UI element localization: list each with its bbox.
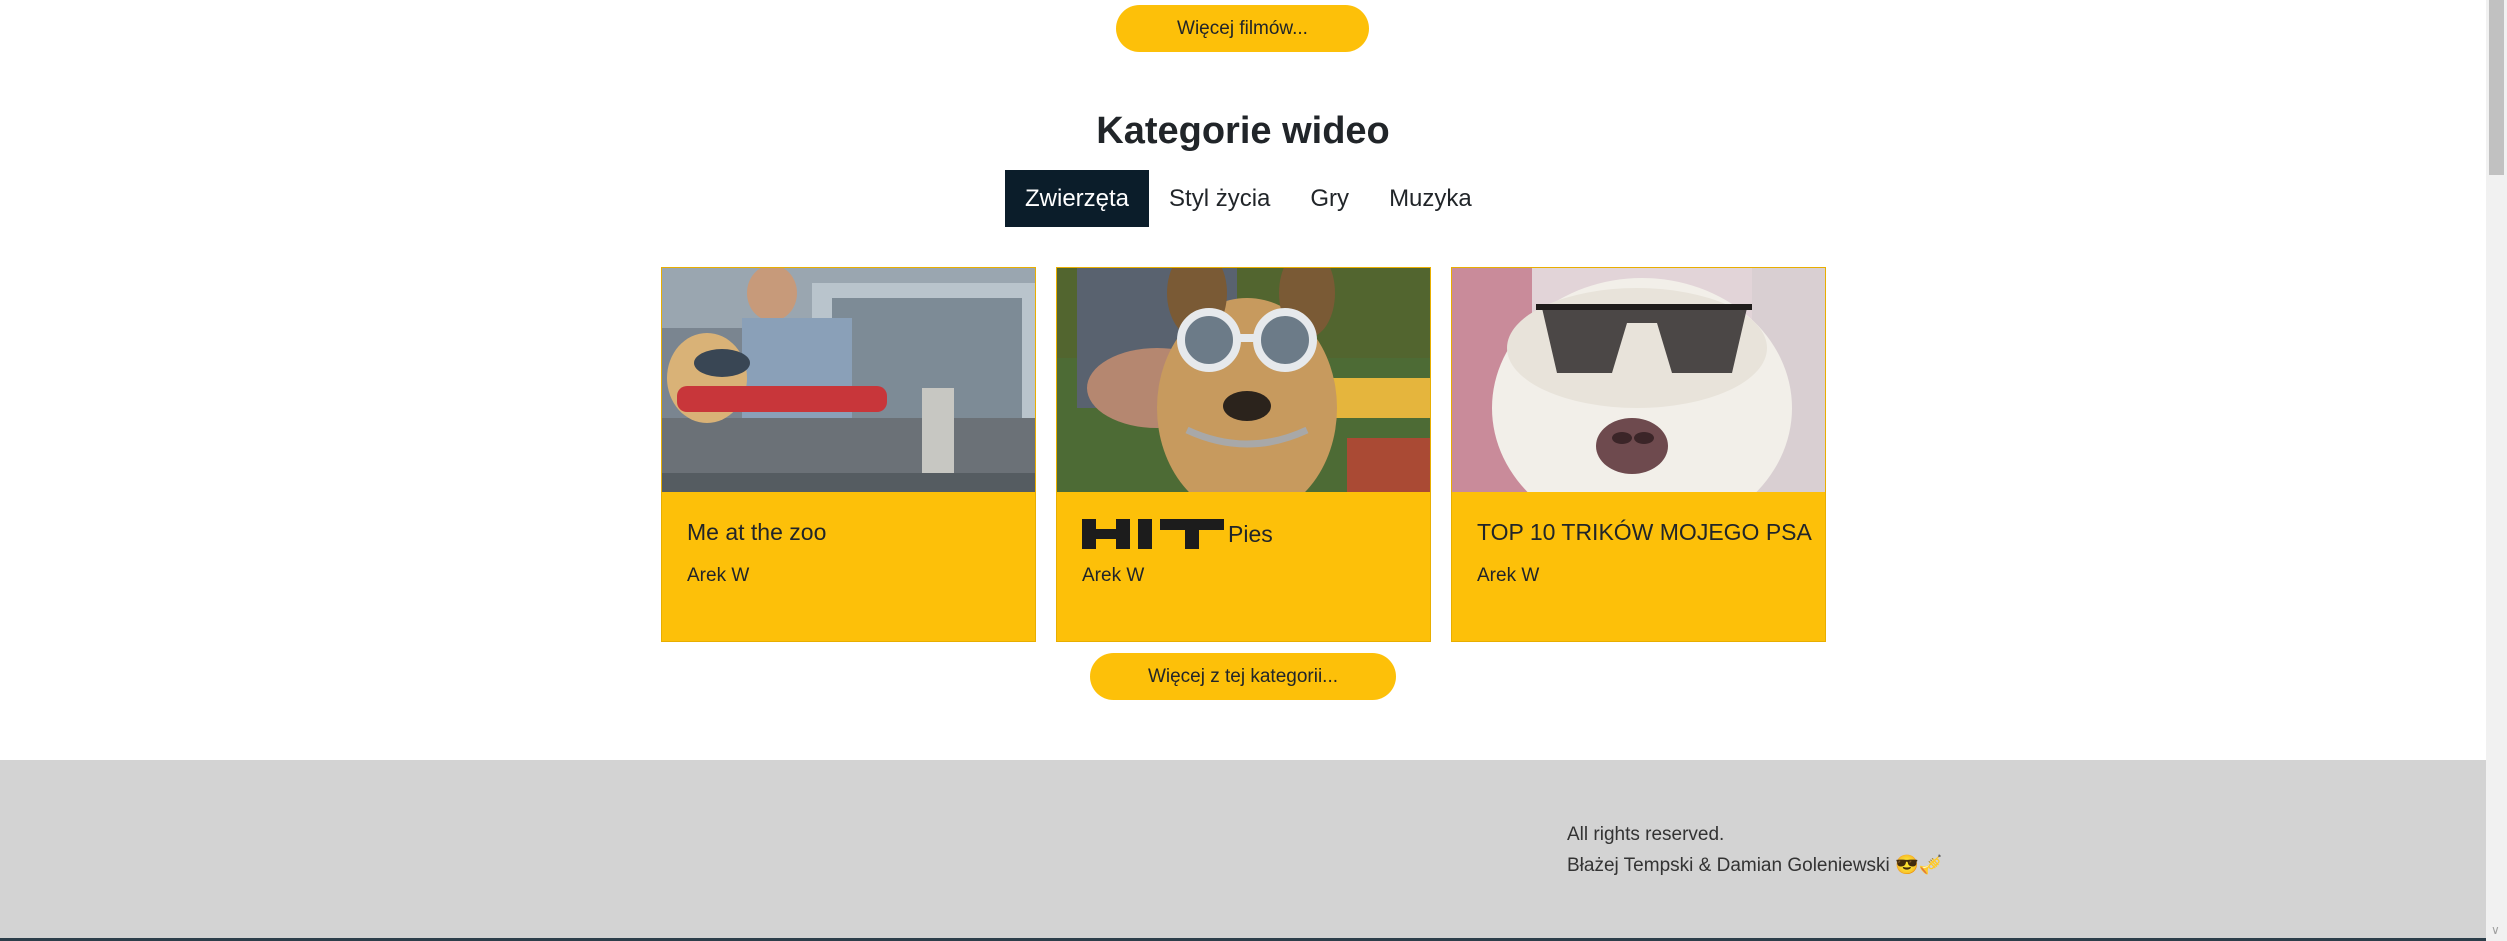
scroll-down-icon[interactable]: ∨ xyxy=(2491,923,2500,937)
video-author: Arek W xyxy=(687,565,750,586)
more-films-button[interactable]: Więcej filmów... xyxy=(1116,5,1369,52)
video-card[interactable]: Me at the zoo Arek W xyxy=(661,267,1036,642)
video-title[interactable]: TOP 10 TRIKÓW MOJEGO PSA xyxy=(1477,519,1812,546)
video-thumbnail[interactable] xyxy=(662,268,1035,492)
category-tabs: Zwierzęta Styl życia Gry Muzyka xyxy=(1005,170,1492,227)
footer: All rights reserved. Błażej Tempski & Da… xyxy=(0,760,2486,941)
video-card[interactable]: Pies Arek W xyxy=(1056,267,1431,642)
hit-badge-icon xyxy=(1082,519,1224,549)
tab-gry[interactable]: Gry xyxy=(1290,170,1369,227)
video-thumbnail[interactable] xyxy=(1452,268,1825,492)
page: Więcej filmów... Kategorie wideo Zwierzę… xyxy=(0,0,2486,941)
sunglasses-trumpet-icon: 😎🎺 xyxy=(1895,855,1943,876)
vertical-scrollbar[interactable]: ∨ xyxy=(2486,0,2507,941)
scrollbar-thumb[interactable] xyxy=(2489,0,2504,175)
video-title-text[interactable]: Pies xyxy=(1228,521,1273,548)
video-thumbnail[interactable] xyxy=(1057,268,1430,492)
video-title[interactable]: Me at the zoo xyxy=(687,519,826,546)
footer-rights: All rights reserved. xyxy=(1567,824,1725,845)
video-title[interactable]: Pies xyxy=(1082,519,1273,549)
tab-zwierzeta[interactable]: Zwierzęta xyxy=(1005,170,1150,227)
more-from-category-button[interactable]: Więcej z tej kategorii... xyxy=(1090,653,1396,700)
footer-authors-text: Błażej Tempski & Damian Goleniewski xyxy=(1567,855,1890,876)
tab-styl-zycia[interactable]: Styl życia xyxy=(1149,170,1290,227)
footer-authors: Błażej Tempski & Damian Goleniewski 😎🎺 xyxy=(1567,853,1942,877)
video-author: Arek W xyxy=(1082,565,1145,586)
video-card[interactable]: TOP 10 TRIKÓW MOJEGO PSA Arek W xyxy=(1451,267,1826,642)
tab-muzyka[interactable]: Muzyka xyxy=(1369,170,1492,227)
video-author: Arek W xyxy=(1477,565,1540,586)
categories-title: Kategorie wideo xyxy=(1096,110,1390,152)
